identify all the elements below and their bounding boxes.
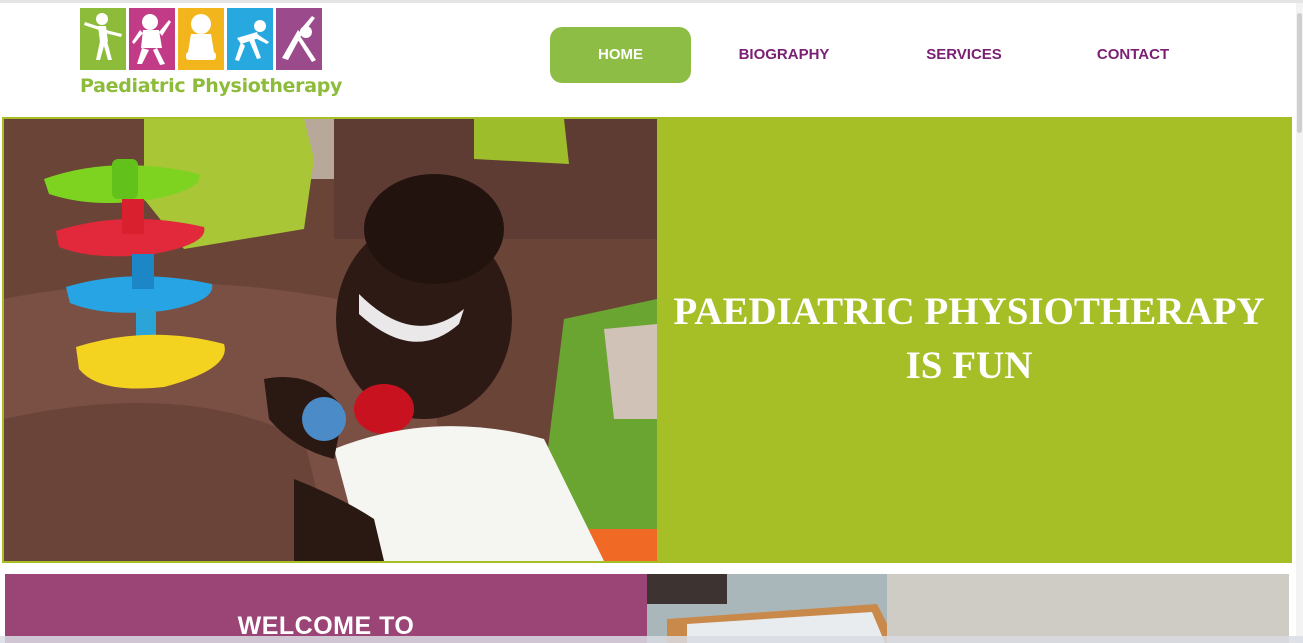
secondary-photo — [647, 574, 1289, 643]
main-nav: HOME BIOGRAPHY SERVICES CONTACT — [550, 27, 1230, 83]
logo-word-2: Physiotherapy — [191, 75, 343, 97]
hero-photo-illustration — [4, 119, 657, 561]
site-header: Paediatric Physiotherapy HOME BIOGRAPHY … — [0, 3, 1303, 115]
logo-tile-purple — [276, 8, 322, 70]
nav-services[interactable]: SERVICES — [894, 27, 1034, 83]
hero-title-line-1: PAEDIATRIC PHYSIOTHERAPY — [673, 290, 1265, 333]
secondary-photo-illustration — [647, 574, 1289, 643]
logo-tile-yellow — [178, 8, 224, 70]
hero-section: PAEDIATRIC PHYSIOTHERAPY IS FUN — [2, 117, 1292, 563]
logo-word-1: Paediatric — [80, 75, 186, 97]
logo-tile-green — [80, 8, 126, 70]
scrollbar-thumb[interactable] — [1297, 13, 1302, 133]
taskbar-edge — [0, 636, 1303, 643]
logo-wordmark: Paediatric Physiotherapy — [80, 75, 342, 97]
nav-biography[interactable]: BIOGRAPHY — [713, 27, 855, 83]
hero-title: PAEDIATRIC PHYSIOTHERAPY IS FUN — [659, 285, 1279, 393]
vertical-scrollbar[interactable] — [1296, 3, 1303, 643]
logo-tiles — [80, 8, 330, 70]
site-logo[interactable]: Paediatric Physiotherapy — [80, 8, 342, 103]
nav-home[interactable]: HOME — [550, 27, 691, 83]
hero-title-line-2: IS FUN — [905, 344, 1033, 387]
logo-tile-blue — [227, 8, 273, 70]
nav-contact[interactable]: CONTACT — [1062, 27, 1204, 83]
welcome-panel: WELCOME TO — [5, 574, 647, 643]
hero-banner: PAEDIATRIC PHYSIOTHERAPY IS FUN — [659, 117, 1292, 563]
logo-tile-pink — [129, 8, 175, 70]
hero-photo — [2, 117, 659, 563]
